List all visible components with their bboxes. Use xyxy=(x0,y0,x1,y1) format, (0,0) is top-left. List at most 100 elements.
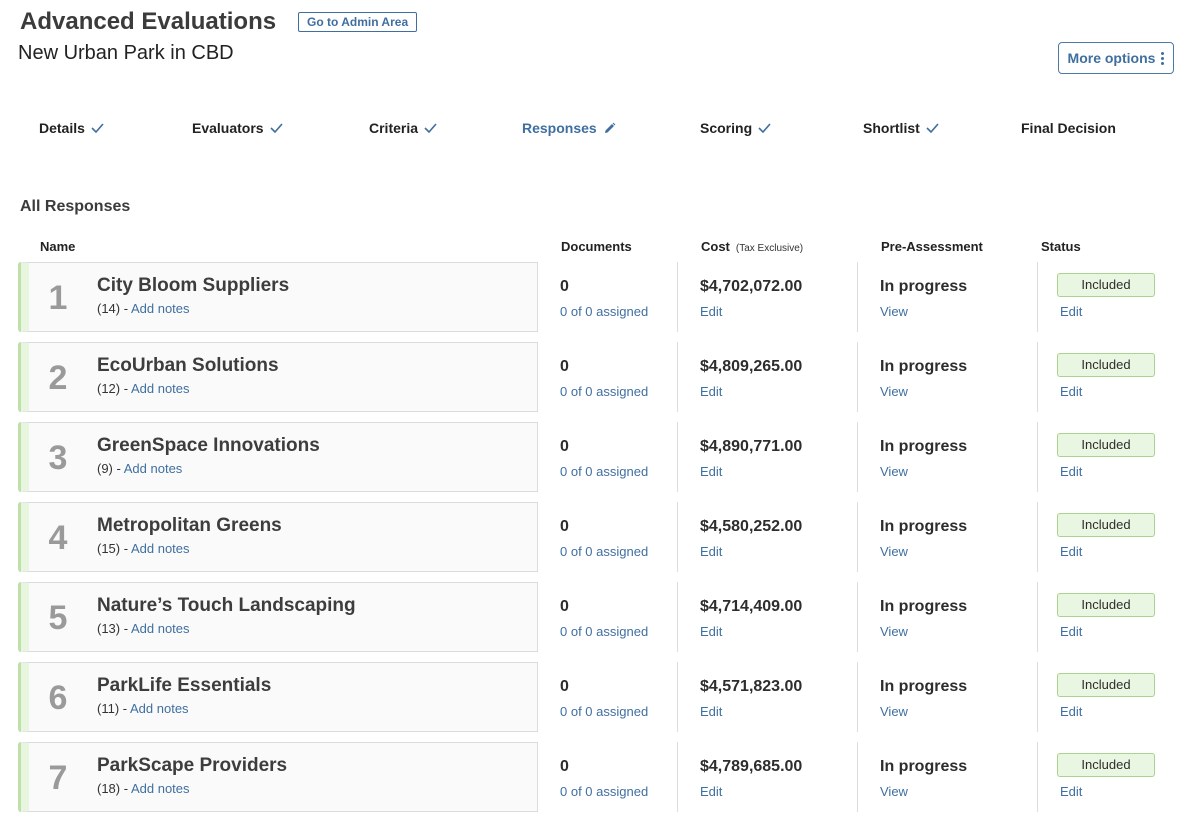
status-edit-link[interactable]: Edit xyxy=(1060,784,1082,799)
response-rank: 6 xyxy=(48,679,68,717)
assigned-link[interactable]: 0 of 0 assigned xyxy=(560,304,648,319)
pre-assessment-value: In progress xyxy=(880,438,968,455)
documents-count: 0 xyxy=(560,518,569,535)
step-scoring[interactable]: Scoring xyxy=(700,120,771,136)
pre-assessment-value: In progress xyxy=(880,678,968,695)
status-cell: Included Edit xyxy=(1037,342,1178,412)
assigned-link[interactable]: 0 of 0 assigned xyxy=(560,784,648,799)
response-row[interactable]: 5 Nature’s Touch Landscaping (13) - Add … xyxy=(18,582,1178,652)
response-name[interactable]: Metropolitan Greens xyxy=(97,515,282,537)
pre-assessment-view-link[interactable]: View xyxy=(880,384,908,399)
cost-edit-link[interactable]: Edit xyxy=(700,704,722,719)
pre-assessment-view-link[interactable]: View xyxy=(880,624,908,639)
add-notes-link[interactable]: Add notes xyxy=(131,301,190,316)
add-notes-link[interactable]: Add notes xyxy=(131,381,190,396)
response-subline: (12) - Add notes xyxy=(97,381,190,396)
response-rank: 5 xyxy=(48,599,68,637)
assigned-link[interactable]: 0 of 0 assigned xyxy=(560,704,648,719)
pre-assessment-value: In progress xyxy=(880,598,968,615)
cost-cell: $4,809,265.00 Edit xyxy=(677,342,857,412)
status-edit-link[interactable]: Edit xyxy=(1060,624,1082,639)
more-options-button[interactable]: More options xyxy=(1058,42,1174,74)
cost-cell: $4,890,771.00 Edit xyxy=(677,422,857,492)
response-row[interactable]: 2 EcoUrban Solutions (12) - Add notes 0 … xyxy=(18,342,1178,412)
step-details[interactable]: Details xyxy=(39,120,104,136)
pre-assessment-view-link[interactable]: View xyxy=(880,704,908,719)
cost-edit-link[interactable]: Edit xyxy=(700,304,722,319)
go-to-admin-button[interactable]: Go to Admin Area xyxy=(298,12,418,32)
response-rank: 7 xyxy=(48,759,68,797)
pre-assessment-cell: In progress View xyxy=(857,742,1037,812)
cost-edit-link[interactable]: Edit xyxy=(700,624,722,639)
pre-assessment-view-link[interactable]: View xyxy=(880,784,908,799)
assigned-link[interactable]: 0 of 0 assigned xyxy=(560,464,648,479)
documents-count: 0 xyxy=(560,758,569,775)
cost-edit-link[interactable]: Edit xyxy=(700,384,722,399)
row-accent-stripe xyxy=(18,502,21,572)
column-header-pre-assessment: Pre-Assessment xyxy=(881,239,983,254)
status-edit-link[interactable]: Edit xyxy=(1060,384,1082,399)
response-row[interactable]: 1 City Bloom Suppliers (14) - Add notes … xyxy=(18,262,1178,332)
documents-cell: 0 0 of 0 assigned xyxy=(537,502,677,572)
step-label: Scoring xyxy=(700,120,753,136)
cost-value: $4,809,265.00 xyxy=(700,358,803,375)
status-edit-link[interactable]: Edit xyxy=(1060,704,1082,719)
row-accent-stripe xyxy=(18,662,21,732)
response-row[interactable]: 3 GreenSpace Innovations (9) - Add notes… xyxy=(18,422,1178,492)
status-cell: Included Edit xyxy=(1037,502,1178,572)
pre-assessment-view-link[interactable]: View xyxy=(880,544,908,559)
row-accent-stripe xyxy=(18,742,21,812)
step-evaluators[interactable]: Evaluators xyxy=(192,120,283,136)
cost-edit-link[interactable]: Edit xyxy=(700,784,722,799)
documents-cell: 0 0 of 0 assigned xyxy=(537,582,677,652)
cost-value: $4,714,409.00 xyxy=(700,598,803,615)
status-edit-link[interactable]: Edit xyxy=(1060,464,1082,479)
response-name[interactable]: ParkScape Providers xyxy=(97,755,287,777)
response-row[interactable]: 4 Metropolitan Greens (15) - Add notes 0… xyxy=(18,502,1178,572)
documents-count: 0 xyxy=(560,358,569,375)
add-notes-link[interactable]: Add notes xyxy=(130,701,189,716)
response-subline: (9) - Add notes xyxy=(97,461,182,476)
add-notes-link[interactable]: Add notes xyxy=(131,541,190,556)
step-final-decision[interactable]: Final Decision xyxy=(1021,120,1116,136)
step-shortlist[interactable]: Shortlist xyxy=(863,120,939,136)
add-notes-link[interactable]: Add notes xyxy=(131,621,190,636)
pre-assessment-view-link[interactable]: View xyxy=(880,304,908,319)
pre-assessment-cell: In progress View xyxy=(857,662,1037,732)
cost-edit-link[interactable]: Edit xyxy=(700,464,722,479)
response-name[interactable]: GreenSpace Innovations xyxy=(97,435,320,457)
pre-assessment-view-link[interactable]: View xyxy=(880,464,908,479)
cost-header-label: Cost xyxy=(701,239,730,254)
response-name[interactable]: ParkLife Essentials xyxy=(97,675,271,697)
response-count: (11) - xyxy=(97,701,128,716)
assigned-link[interactable]: 0 of 0 assigned xyxy=(560,544,648,559)
step-responses[interactable]: Responses xyxy=(522,120,616,136)
add-notes-link[interactable]: Add notes xyxy=(124,461,183,476)
response-name[interactable]: City Bloom Suppliers xyxy=(97,275,289,297)
response-name[interactable]: Nature’s Touch Landscaping xyxy=(97,595,356,617)
cost-value: $4,580,252.00 xyxy=(700,518,803,535)
row-accent-stripe xyxy=(18,262,21,332)
row-accent-stripe xyxy=(18,342,21,412)
status-edit-link[interactable]: Edit xyxy=(1060,544,1082,559)
kebab-menu-icon xyxy=(1161,51,1165,65)
status-edit-link[interactable]: Edit xyxy=(1060,304,1082,319)
response-rank: 3 xyxy=(48,439,68,477)
add-notes-link[interactable]: Add notes xyxy=(131,781,190,796)
assigned-link[interactable]: 0 of 0 assigned xyxy=(560,624,648,639)
pre-assessment-value: In progress xyxy=(880,278,968,295)
documents-cell: 0 0 of 0 assigned xyxy=(537,262,677,332)
check-icon xyxy=(270,123,283,133)
documents-count: 0 xyxy=(560,598,569,615)
response-row[interactable]: 6 ParkLife Essentials (11) - Add notes 0… xyxy=(18,662,1178,732)
response-count: (13) - xyxy=(97,621,129,636)
status-badge: Included xyxy=(1057,513,1155,537)
step-criteria[interactable]: Criteria xyxy=(369,120,437,136)
cost-edit-link[interactable]: Edit xyxy=(700,544,722,559)
response-name[interactable]: EcoUrban Solutions xyxy=(97,355,279,377)
response-row[interactable]: 7 ParkScape Providers (18) - Add notes 0… xyxy=(18,742,1178,812)
status-cell: Included Edit xyxy=(1037,742,1178,812)
status-badge: Included xyxy=(1057,753,1155,777)
assigned-link[interactable]: 0 of 0 assigned xyxy=(560,384,648,399)
documents-count: 0 xyxy=(560,278,569,295)
